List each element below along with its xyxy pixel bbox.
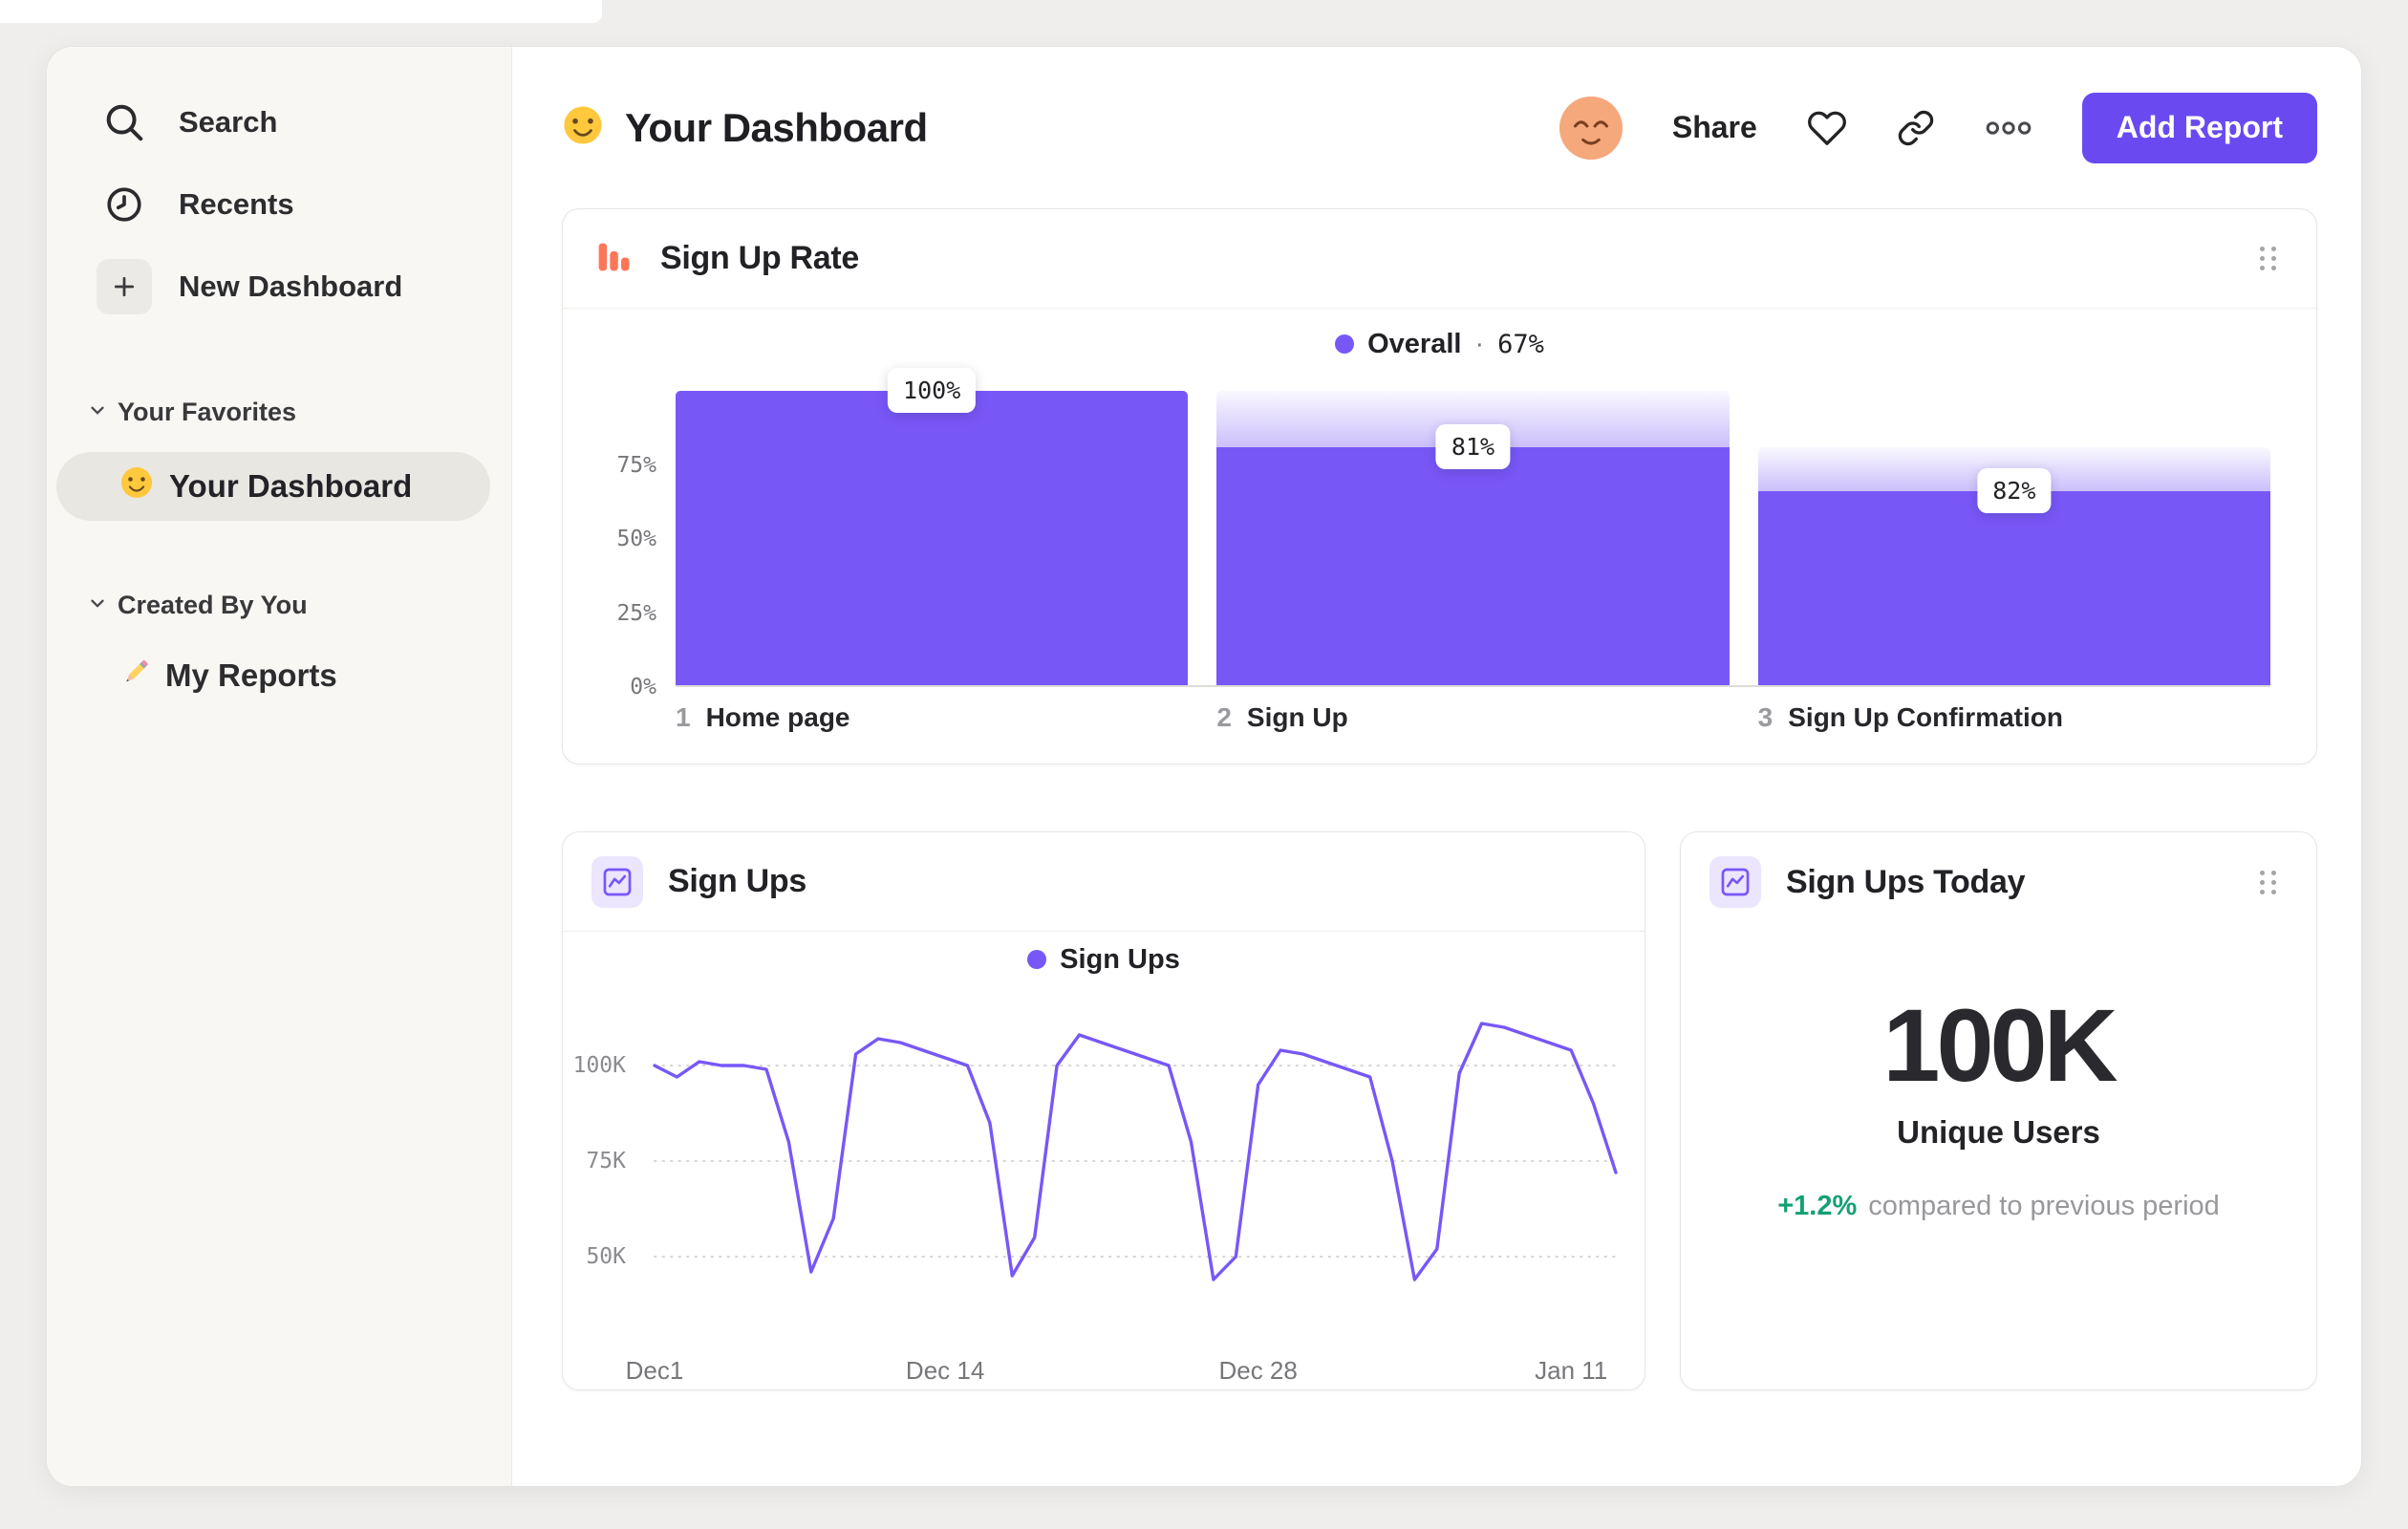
legend-separator: · bbox=[1474, 328, 1485, 359]
browser-chrome-artifact bbox=[0, 0, 602, 23]
drag-handle-icon[interactable] bbox=[2252, 239, 2284, 278]
line-chart-icon bbox=[1709, 856, 1761, 908]
sidebar-item-search[interactable]: Search bbox=[47, 81, 511, 163]
funnel-step-labels: 1 Home page 2 Sign Up 3 Sign Up Confirmation bbox=[676, 702, 2270, 733]
section-label: Created By You bbox=[118, 590, 308, 619]
funnel-bars: 100% 81% 82% bbox=[676, 368, 2270, 687]
legend-item-overall[interactable]: Overall · 67% bbox=[1335, 329, 1544, 360]
line-xtick: Jan 11 bbox=[1535, 1356, 1608, 1385]
line-ylabels: 100K 75K 50K bbox=[563, 997, 639, 1341]
page-title: Your Dashboard bbox=[625, 104, 928, 150]
dashboard-header: Your Dashboard Share Add Report bbox=[562, 47, 2317, 208]
sidebar-section-your-favorites[interactable]: Your Favorites bbox=[47, 381, 511, 442]
avatar[interactable] bbox=[1559, 96, 1623, 160]
funnel-ytick: 25% bbox=[616, 600, 656, 626]
metric-label: Unique Users bbox=[1897, 1114, 2100, 1151]
line-xtick: Dec1 bbox=[625, 1356, 684, 1385]
sidebar-section-created-by-you[interactable]: Created By You bbox=[47, 574, 511, 635]
legend-label: Sign Ups bbox=[1060, 943, 1180, 975]
share-button[interactable]: Share bbox=[1672, 110, 1757, 145]
sidebar-item-my-reports[interactable]: My Reports bbox=[47, 641, 511, 710]
legend-dot bbox=[1027, 950, 1047, 969]
signups-line-chart: 100K 75K 50K Dec1 Dec 14 Dec 28 Jan 11 bbox=[573, 997, 1618, 1385]
funnel-ytick: 75% bbox=[616, 452, 656, 478]
funnel-step-label: 3 Sign Up Confirmation bbox=[1757, 702, 2063, 732]
metric-delta-note: compared to previous period bbox=[1868, 1191, 2220, 1222]
funnel-bar-fill bbox=[1757, 490, 2270, 685]
funnel-ytick: 0% bbox=[630, 675, 656, 700]
card-title: Sign Ups Today bbox=[1786, 863, 2026, 900]
sidebar-item-label: Search bbox=[179, 105, 278, 139]
sidebar-item-label: My Reports bbox=[165, 657, 337, 693]
signups-today-card: Sign Ups Today 100K Unique Users +1.2% c… bbox=[1680, 831, 2317, 1390]
legend-label: Overall bbox=[1367, 328, 1462, 359]
section-label: Your Favorites bbox=[118, 397, 297, 426]
chevron-down-icon bbox=[87, 591, 108, 620]
line-ytick: 100K bbox=[572, 1053, 626, 1078]
line-ytick: 50K bbox=[586, 1244, 626, 1269]
pencil-emoji-icon bbox=[119, 656, 152, 696]
sidebar-item-recents[interactable]: Recents bbox=[47, 163, 511, 246]
legend-value: 67% bbox=[1497, 329, 1544, 359]
line-xtick: Dec 14 bbox=[905, 1356, 985, 1385]
funnel-bar-fill bbox=[1216, 446, 1730, 685]
sidebar: Search Recents New Dashboard Your Favori… bbox=[47, 47, 512, 1486]
signup-rate-card: Sign Up Rate Overall · 67% 75% 50% 25% 0% 1… bbox=[562, 208, 2317, 764]
sidebar-item-label: Your Dashboard bbox=[169, 468, 413, 504]
metric-delta: +1.2% bbox=[1777, 1191, 1858, 1222]
line-xtick: Dec 28 bbox=[1218, 1356, 1298, 1385]
line-gridlines bbox=[654, 1065, 1617, 1258]
signups-card: Sign Ups Sign Ups 100K 75K 50K Dec1 Dec 14 D… bbox=[562, 831, 1645, 1390]
legend-item-signups[interactable]: Sign Ups bbox=[1027, 944, 1180, 976]
sidebar-item-new-dashboard[interactable]: New Dashboard bbox=[47, 246, 511, 328]
funnel-chart-icon bbox=[591, 234, 635, 283]
line-xticks: Dec1 Dec 14 Dec 28 Jan 11 bbox=[626, 1341, 1616, 1385]
funnel-bar-fill bbox=[676, 391, 1189, 685]
signups-line bbox=[653, 1022, 1618, 1281]
sidebar-item-label: New Dashboard bbox=[179, 269, 403, 303]
search-icon bbox=[97, 95, 152, 150]
metric-value: 100K bbox=[1882, 987, 2118, 1103]
funnel-step-label: 2 Sign Up bbox=[1216, 702, 1348, 732]
clock-icon bbox=[97, 177, 152, 232]
card-title: Sign Ups bbox=[668, 863, 806, 899]
link-icon[interactable] bbox=[1897, 109, 1935, 147]
chevron-down-icon bbox=[87, 398, 108, 427]
funnel-value-chip: 82% bbox=[1977, 467, 2052, 513]
app-window: Search Recents New Dashboard Your Favori… bbox=[46, 46, 2362, 1487]
sidebar-item-label: Recents bbox=[179, 187, 294, 221]
legend-dot bbox=[1335, 334, 1355, 354]
line-chart-icon bbox=[591, 855, 643, 908]
funnel-bar-step-1[interactable]: 100% bbox=[676, 368, 1189, 685]
main-content: Your Dashboard Share Add Report Sign Up … bbox=[512, 47, 2361, 1486]
line-chart-svg bbox=[653, 1022, 1618, 1281]
funnel-ylabels: 75% 50% 25% 0% bbox=[593, 391, 656, 700]
heart-icon[interactable] bbox=[1807, 108, 1847, 148]
funnel-bar-step-2[interactable]: 81% bbox=[1216, 391, 1730, 685]
more-options-icon[interactable] bbox=[1985, 118, 2032, 138]
funnel-value-chip: 100% bbox=[888, 368, 977, 413]
smiley-emoji-icon bbox=[562, 104, 604, 151]
drag-handle-icon[interactable] bbox=[2252, 863, 2284, 902]
add-report-button[interactable]: Add Report bbox=[2081, 92, 2317, 163]
funnel-value-chip: 81% bbox=[1435, 423, 1511, 469]
funnel-step-label: 1 Home page bbox=[676, 702, 850, 732]
sidebar-item-your-dashboard[interactable]: Your Dashboard bbox=[56, 452, 490, 521]
plus-icon bbox=[97, 259, 152, 314]
smiley-emoji-icon bbox=[119, 465, 154, 507]
card-title: Sign Up Rate bbox=[660, 240, 859, 276]
funnel-ytick: 50% bbox=[616, 527, 656, 551]
funnel-bar-step-3[interactable]: 82% bbox=[1757, 391, 2270, 685]
line-ytick: 75K bbox=[586, 1149, 626, 1174]
